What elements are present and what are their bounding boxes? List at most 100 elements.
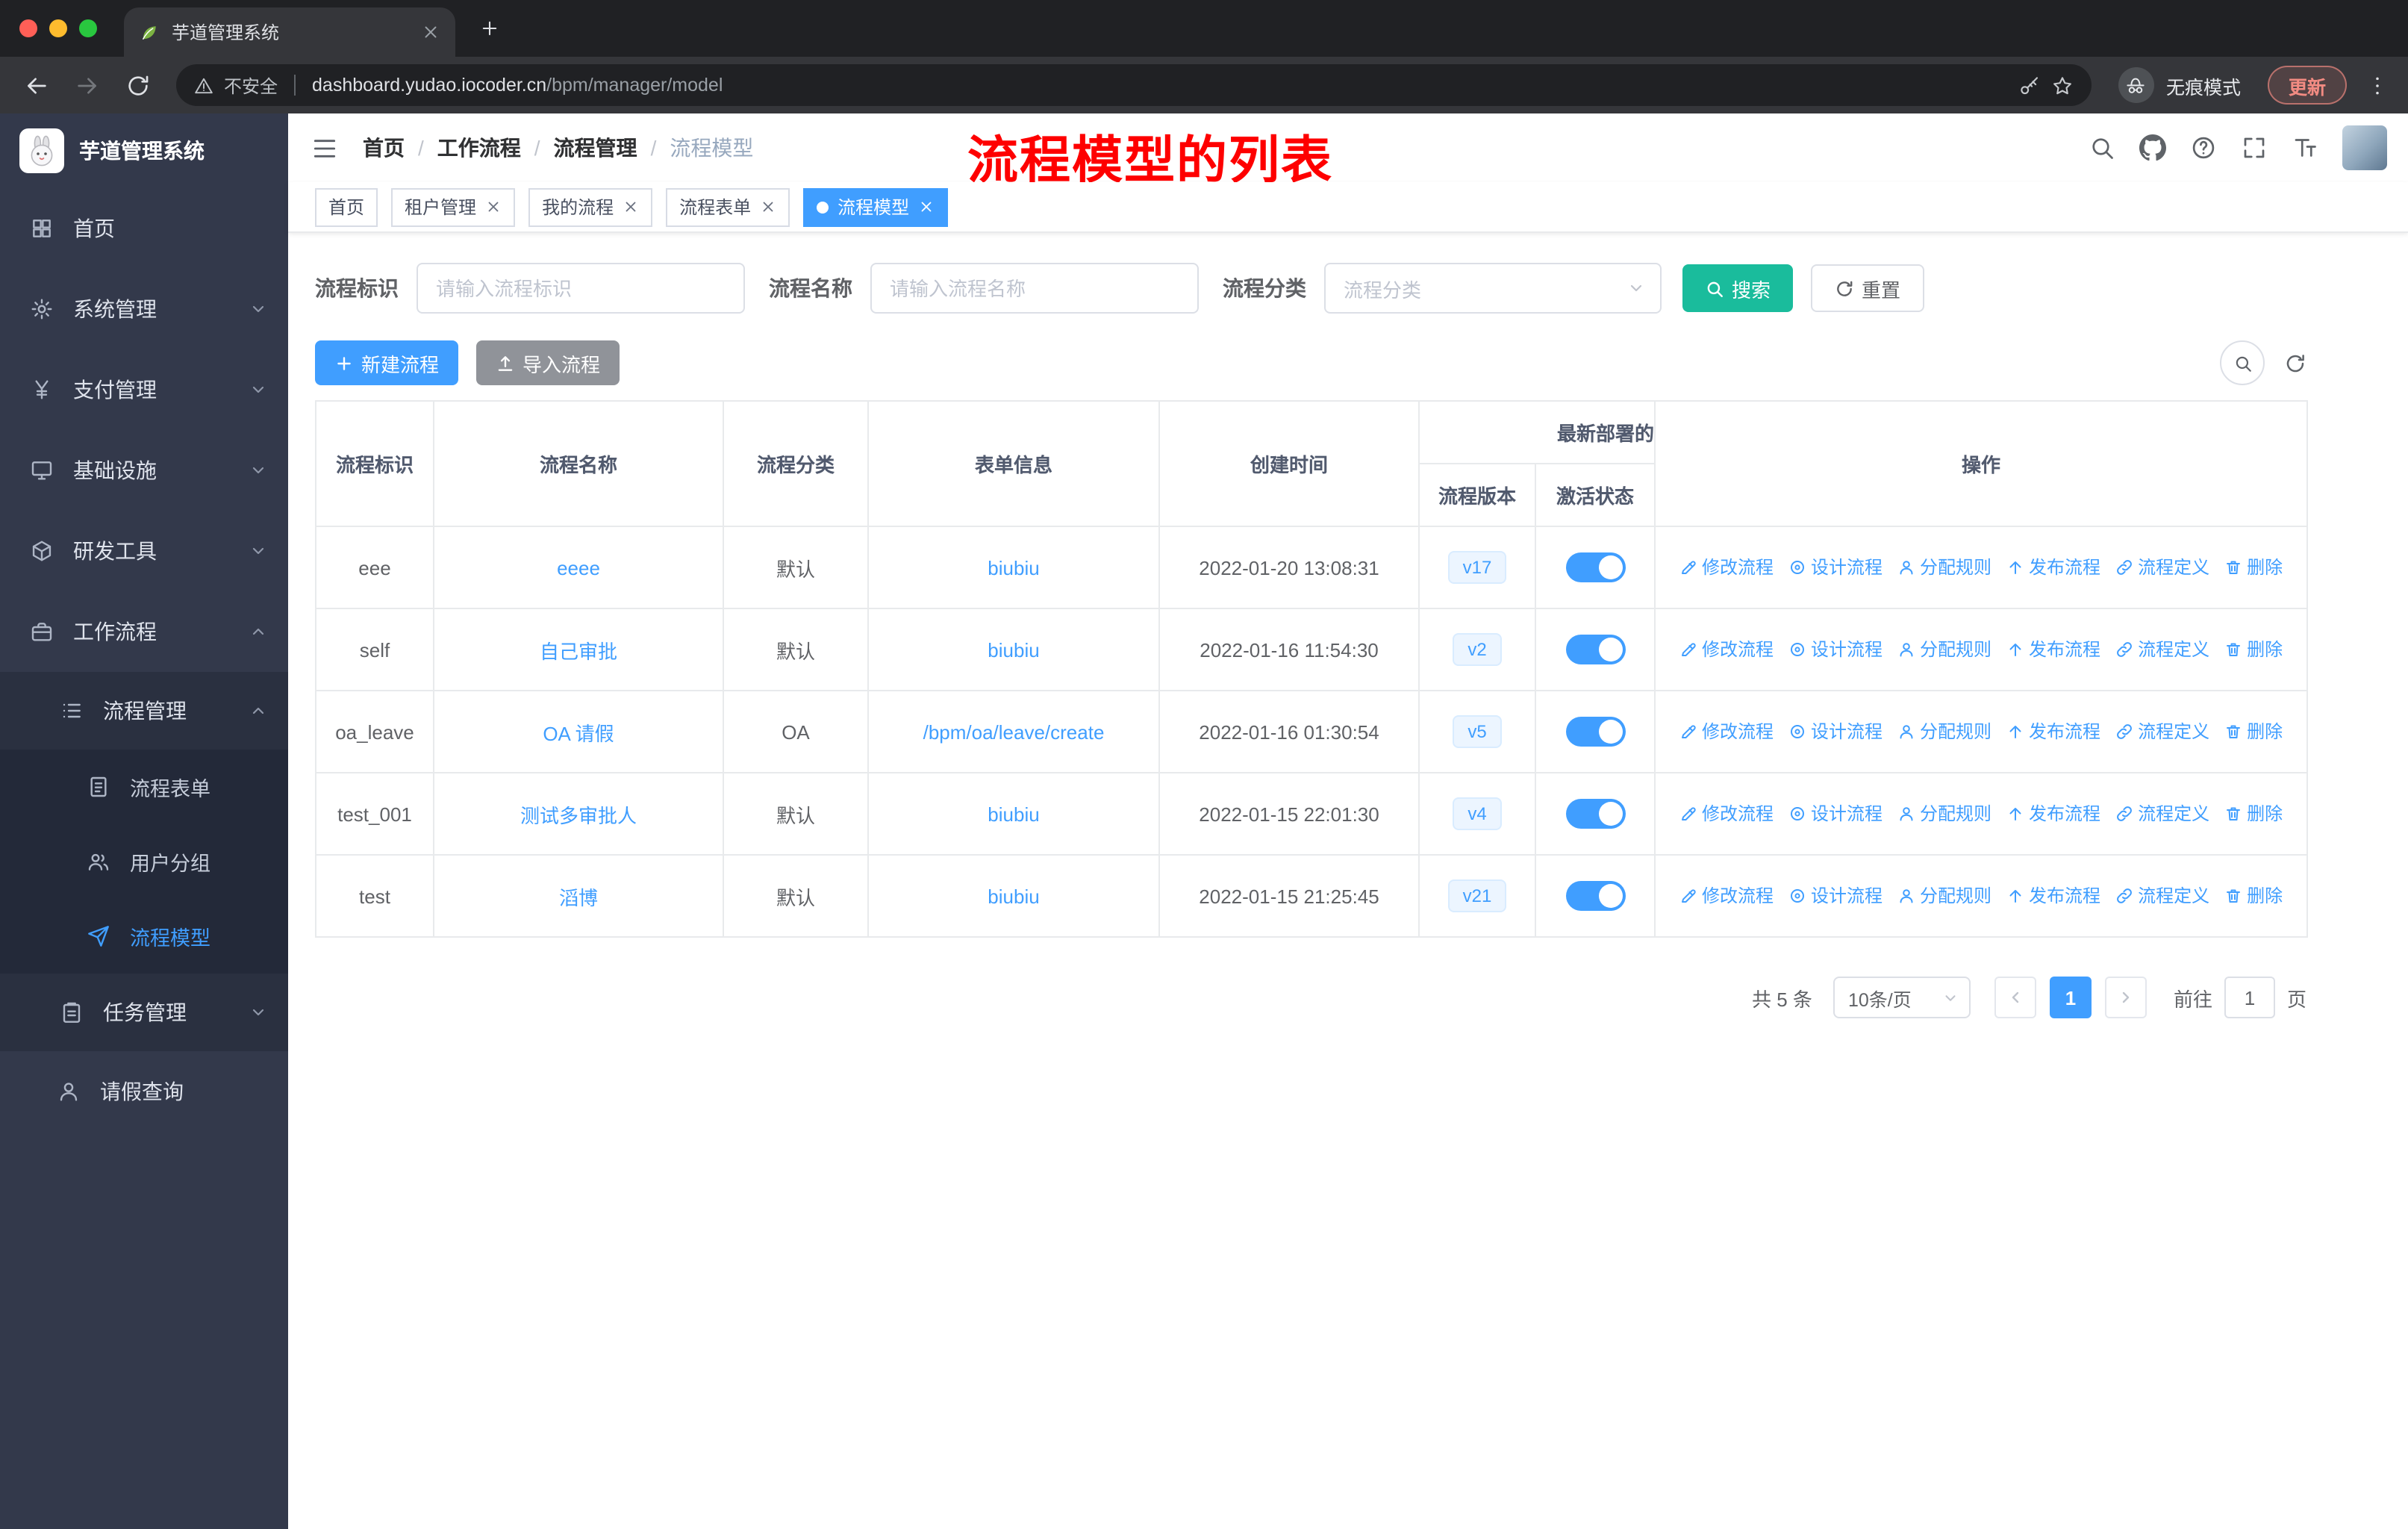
op-modify-link[interactable]: 修改流程 [1679, 883, 1774, 909]
close-icon[interactable] [485, 199, 502, 215]
close-icon[interactable] [760, 199, 776, 215]
breadcrumb-workflow[interactable]: 工作流程 [437, 133, 521, 163]
password-key-icon[interactable] [2018, 74, 2041, 96]
op-modify-link[interactable]: 修改流程 [1679, 719, 1774, 744]
sidebar-item-leave-query[interactable]: 请假查询 [0, 1051, 288, 1132]
op-definition-link[interactable]: 流程定义 [2115, 801, 2209, 826]
sidebar-item-user-group[interactable]: 用户分组 [0, 824, 288, 899]
op-design-link[interactable]: 设计流程 [1788, 719, 1883, 744]
create-model-button[interactable]: 新建流程 [315, 340, 459, 385]
url-bar[interactable]: 不安全 dashboard.yudao.iocoder.cn/bpm/manag… [176, 64, 2092, 106]
op-design-link[interactable]: 设计流程 [1788, 801, 1883, 826]
sidebar-item-process-form[interactable]: 流程表单 [0, 750, 288, 824]
op-design-link[interactable]: 设计流程 [1788, 883, 1883, 909]
form-info-link[interactable]: biubiu [988, 885, 1039, 907]
model-name-link[interactable]: eeee [557, 556, 600, 579]
op-design-link[interactable]: 设计流程 [1788, 555, 1883, 580]
sidebar-item-home[interactable]: 首页 [0, 188, 288, 269]
op-design-link[interactable]: 设计流程 [1788, 637, 1883, 662]
page-number-button[interactable]: 1 [2049, 977, 2092, 1018]
op-modify-link[interactable]: 修改流程 [1679, 637, 1774, 662]
window-close-button[interactable] [19, 19, 37, 37]
op-publish-link[interactable]: 发布流程 [2006, 801, 2100, 826]
sidebar-item-process-management[interactable]: 流程管理 [0, 672, 288, 750]
close-icon[interactable] [623, 199, 639, 215]
sidebar-item-system[interactable]: 系统管理 [0, 269, 288, 349]
sidebar-item-payment[interactable]: 支付管理 [0, 349, 288, 430]
sidebar-item-workflow[interactable]: 工作流程 [0, 591, 288, 672]
form-info-link[interactable]: biubiu [988, 803, 1039, 825]
breadcrumb-home[interactable]: 首页 [363, 133, 405, 163]
sidebar-item-dev-tools[interactable]: 研发工具 [0, 511, 288, 591]
op-publish-link[interactable]: 发布流程 [2006, 555, 2100, 580]
tag-home[interactable]: 首页 [315, 187, 378, 226]
refresh-table-button[interactable] [2284, 352, 2306, 374]
close-icon[interactable] [918, 199, 935, 215]
fullscreen-icon[interactable] [2241, 134, 2268, 161]
op-assign-rule-link[interactable]: 分配规则 [1897, 719, 1991, 744]
active-status-toggle[interactable] [1565, 717, 1625, 747]
form-info-link[interactable]: biubiu [988, 556, 1039, 579]
model-name-link[interactable]: 自己审批 [540, 640, 617, 662]
op-publish-link[interactable]: 发布流程 [2006, 883, 2100, 909]
avatar[interactable] [2342, 125, 2387, 170]
active-status-toggle[interactable] [1565, 635, 1625, 664]
browser-tab[interactable]: 芋道管理系统 [124, 7, 455, 57]
op-delete-link[interactable]: 删除 [2224, 555, 2283, 580]
filter-name-input[interactable] [870, 263, 1199, 314]
tag-tenant-management[interactable]: 租户管理 [391, 187, 516, 226]
tab-close-icon[interactable] [421, 22, 440, 42]
op-assign-rule-link[interactable]: 分配规则 [1897, 637, 1991, 662]
search-icon[interactable] [2089, 134, 2115, 161]
search-button[interactable]: 搜索 [1682, 264, 1794, 312]
next-page-button[interactable] [2104, 977, 2147, 1018]
op-delete-link[interactable]: 删除 [2224, 801, 2283, 826]
op-definition-link[interactable]: 流程定义 [2115, 637, 2209, 662]
window-minimize-button[interactable] [49, 19, 67, 37]
form-info-link[interactable]: biubiu [988, 638, 1039, 661]
op-modify-link[interactable]: 修改流程 [1679, 801, 1774, 826]
security-warning-icon[interactable] [194, 75, 213, 95]
sidebar-item-process-model[interactable]: 流程模型 [0, 899, 288, 974]
op-publish-link[interactable]: 发布流程 [2006, 719, 2100, 744]
form-info-link[interactable]: /bpm/oa/leave/create [923, 720, 1105, 743]
tag-process-form[interactable]: 流程表单 [666, 187, 790, 226]
forward-button[interactable] [66, 64, 107, 106]
sidebar-item-task-management[interactable]: 任务管理 [0, 974, 288, 1051]
op-assign-rule-link[interactable]: 分配规则 [1897, 555, 1991, 580]
model-name-link[interactable]: 测试多审批人 [520, 804, 637, 826]
active-status-toggle[interactable] [1565, 799, 1625, 829]
browser-menu-icon[interactable] [2365, 72, 2390, 98]
active-status-toggle[interactable] [1565, 881, 1625, 911]
import-model-button[interactable]: 导入流程 [476, 340, 620, 385]
op-delete-link[interactable]: 删除 [2224, 637, 2283, 662]
active-status-toggle[interactable] [1565, 552, 1625, 582]
github-icon[interactable] [2139, 134, 2166, 161]
op-definition-link[interactable]: 流程定义 [2115, 555, 2209, 580]
toggle-search-button[interactable] [2220, 340, 2265, 385]
filter-category-select[interactable]: 流程分类 [1324, 263, 1662, 314]
bookmark-star-icon[interactable] [2051, 74, 2074, 96]
op-modify-link[interactable]: 修改流程 [1679, 555, 1774, 580]
help-icon[interactable] [2190, 134, 2217, 161]
sidebar-item-infrastructure[interactable]: 基础设施 [0, 430, 288, 511]
op-publish-link[interactable]: 发布流程 [2006, 637, 2100, 662]
font-size-icon[interactable] [2292, 134, 2318, 161]
op-definition-link[interactable]: 流程定义 [2115, 883, 2209, 909]
op-delete-link[interactable]: 删除 [2224, 883, 2283, 909]
op-assign-rule-link[interactable]: 分配规则 [1897, 883, 1991, 909]
breadcrumb-process-management[interactable]: 流程管理 [554, 133, 637, 163]
back-button[interactable] [15, 64, 57, 106]
op-delete-link[interactable]: 删除 [2224, 719, 2283, 744]
window-zoom-button[interactable] [79, 19, 97, 37]
tag-my-process[interactable]: 我的流程 [528, 187, 653, 226]
model-name-link[interactable]: 滔博 [559, 886, 598, 909]
tag-process-model[interactable]: 流程模型 [803, 187, 949, 226]
op-definition-link[interactable]: 流程定义 [2115, 719, 2209, 744]
new-tab-button[interactable] [473, 12, 506, 45]
op-assign-rule-link[interactable]: 分配规则 [1897, 801, 1991, 826]
model-name-link[interactable]: OA 请假 [543, 722, 614, 744]
prev-page-button[interactable] [1994, 977, 2036, 1018]
filter-key-input[interactable] [417, 263, 745, 314]
page-size-select[interactable]: 10条/页 [1832, 977, 1971, 1018]
